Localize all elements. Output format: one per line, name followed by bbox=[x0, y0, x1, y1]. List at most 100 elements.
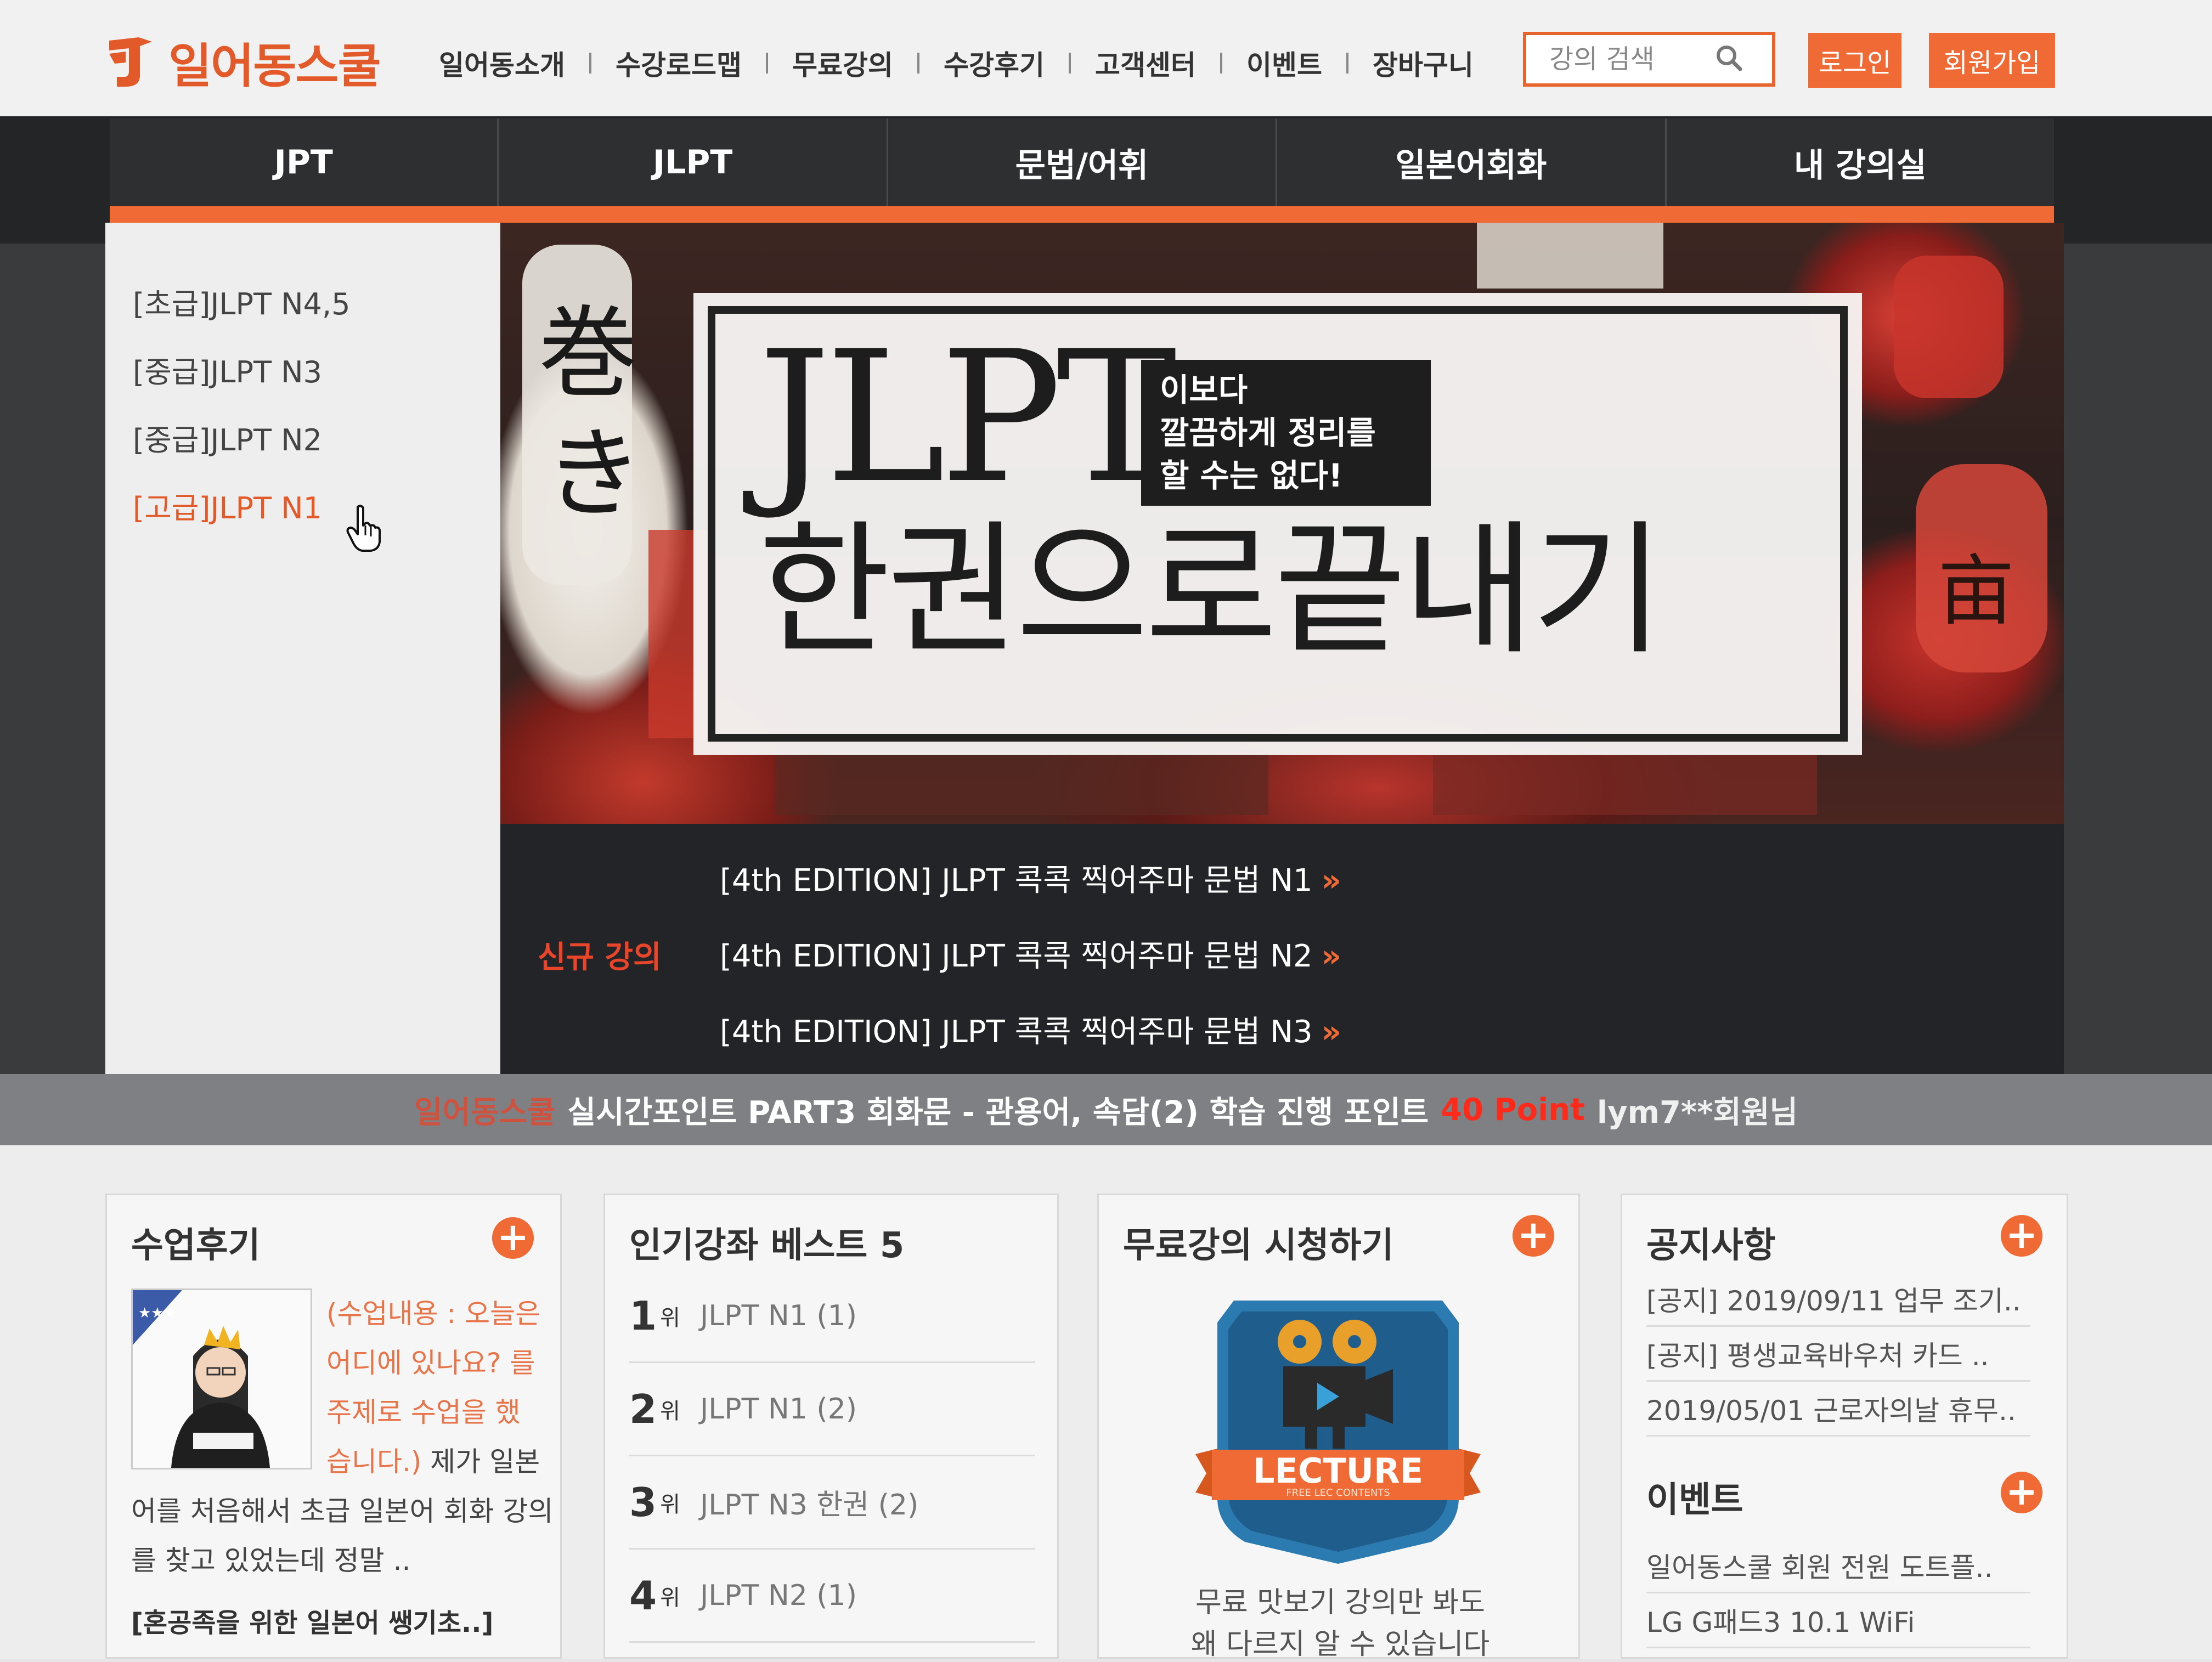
gnb-divider bbox=[766, 53, 768, 74]
reviewer-avatar: ★★★ bbox=[131, 1288, 312, 1469]
best-course-row[interactable]: 1 위 JLPT N1 (1) bbox=[629, 1270, 1035, 1363]
hero-tagline-line: 깔끔하게 정리를 bbox=[1160, 414, 1376, 451]
hand-pointer-cursor-icon bbox=[346, 504, 384, 555]
free-lectures-more-plus-icon[interactable]: + bbox=[1513, 1215, 1554, 1257]
notice-item[interactable]: 2019/05/01 근로자의날 휴무.. bbox=[1646, 1382, 2030, 1437]
review-card: 수업후기 + ★★★ (수업내용 : 오늘은 어디에 있나요? 를 주제로 수업… bbox=[105, 1194, 562, 1659]
event-title: 이벤트 bbox=[1646, 1480, 1743, 1520]
new-lecture-title: [4th EDITION] JLPT 콕콕 찍어주마 문법 N2 bbox=[720, 939, 1313, 974]
lecture-badge-subtext: FREE LEC CONTENTS bbox=[1286, 1487, 1390, 1499]
gnb-item-cart[interactable]: 장바구니 bbox=[1373, 43, 1474, 83]
double-chevron-right-icon: » bbox=[1321, 939, 1341, 974]
double-chevron-right-icon: » bbox=[1321, 1014, 1341, 1050]
lecture-badge-text: LECTURE bbox=[1253, 1451, 1423, 1491]
page-side-shadow-right bbox=[2054, 244, 2212, 1083]
hero-tagline-line: 이보다 bbox=[1160, 371, 1248, 409]
submenu-item-n2[interactable]: [중급]JLPT N2 bbox=[133, 416, 322, 459]
review-excerpt-fragment: 습니다.) bbox=[326, 1446, 422, 1478]
new-lectures-panel: 신규 강의 [4th EDITION] JLPT 콕콕 찍어주마 문법 N1» … bbox=[500, 824, 2064, 1083]
rank-suffix: 위 bbox=[660, 1585, 680, 1610]
svg-text:★★★: ★★★ bbox=[138, 1305, 177, 1321]
gnb-item-roadmap[interactable]: 수강로드맵 bbox=[616, 43, 742, 83]
gnb-divider bbox=[1346, 53, 1348, 74]
new-lecture-title: [4th EDITION] JLPT 콕콕 찍어주마 문법 N1 bbox=[720, 863, 1313, 898]
hero-tagline-line: 할 수는 없다! bbox=[1160, 457, 1343, 494]
notice-item[interactable]: [공지] 2019/09/11 업무 조기.. bbox=[1646, 1272, 2030, 1327]
gnb-divider bbox=[1220, 53, 1222, 74]
review-more-plus-icon[interactable]: + bbox=[492, 1217, 534, 1259]
review-card-title: 수업후기 bbox=[131, 1225, 261, 1266]
join-button[interactable]: 회원가입 bbox=[1929, 33, 2055, 88]
gnb-divider bbox=[917, 53, 919, 74]
main-nav-jpt[interactable]: JPT bbox=[110, 118, 499, 206]
free-lectures-card: 무료강의 시청하기 + LECTURE FREE LEC CONTENTS 무료… bbox=[1097, 1194, 1580, 1661]
submenu-item-n45[interactable]: [초급]JLPT N4,5 bbox=[133, 280, 351, 323]
review-excerpt-fragment: 제가 일본 bbox=[421, 1446, 540, 1478]
hero-banner[interactable]: 巻 き 亩 JLPT 이보다 깔끔하게 정리를 할 수는 없다! 한권으로끝내기 bbox=[500, 223, 2064, 824]
jlpt-submenu: [초급]JLPT N4,5 [중급]JLPT N3 [중급]JLPT N2 [고… bbox=[105, 223, 500, 1084]
new-lecture-link[interactable]: [4th EDITION] JLPT 콕콕 찍어주마 문법 N2» bbox=[720, 931, 1341, 976]
submenu-item-n3[interactable]: [중급]JLPT N3 bbox=[133, 348, 322, 391]
gnb-divider bbox=[589, 53, 591, 74]
gnb-item-events[interactable]: 이벤트 bbox=[1246, 43, 1322, 83]
hero-title: JLPT bbox=[758, 312, 1177, 523]
rank-number: 2 bbox=[629, 1386, 657, 1432]
logo-mark-icon bbox=[107, 35, 154, 88]
login-button[interactable]: 로그인 bbox=[1808, 33, 1901, 88]
gnb-divider bbox=[1069, 53, 1071, 74]
main-nav: JPT JLPT 문법/어휘 일본어회화 내 강의실 bbox=[110, 118, 2054, 206]
best-course-row[interactable]: 2 위 JLPT N1 (2) bbox=[629, 1363, 1035, 1456]
new-lecture-link[interactable]: [4th EDITION] JLPT 콕콕 찍어주마 문법 N1» bbox=[720, 856, 1341, 900]
submenu-item-n1[interactable]: [고급]JLPT N1 bbox=[133, 484, 322, 527]
notice-title: 공지사항 bbox=[1646, 1225, 1776, 1266]
review-excerpt-line: 를 찾고 있었는데 정말 .. bbox=[131, 1545, 411, 1576]
svg-text:き: き bbox=[544, 417, 643, 532]
lecture-film-badge-icon[interactable]: LECTURE FREE LEC CONTENTS bbox=[1195, 1290, 1481, 1566]
free-lectures-caption: 왜 다르지 알 수 있습니다 bbox=[1190, 1628, 1490, 1661]
main-nav-conversation[interactable]: 일본어회화 bbox=[1277, 118, 1667, 206]
gnb-item-about[interactable]: 일어동소개 bbox=[439, 43, 565, 83]
search-box bbox=[1523, 32, 1775, 87]
free-lectures-caption: 무료 맛보기 강의만 봐도 bbox=[1195, 1586, 1485, 1619]
double-chevron-right-icon: » bbox=[1321, 863, 1341, 898]
notice-item[interactable]: [공지] 평생교육바우처 카드 .. bbox=[1646, 1327, 2030, 1382]
new-lecture-link[interactable]: [4th EDITION] JLPT 콕콕 찍어주마 문법 N3» bbox=[720, 1007, 1341, 1052]
site-logo[interactable]: 일어동스쿨 bbox=[107, 29, 381, 94]
rank-suffix: 위 bbox=[660, 1305, 680, 1331]
hero-tagline-box: 이보다 깔끔하게 정리를 할 수는 없다! bbox=[1141, 360, 1431, 506]
svg-text:巻: 巻 bbox=[539, 296, 637, 411]
search-icon[interactable] bbox=[1715, 44, 1743, 75]
rank-suffix: 위 bbox=[660, 1398, 680, 1424]
best-courses-card: 인기강좌 베스트 5 1 위 JLPT N1 (1) 2 위 JLPT N1 (2) 3… bbox=[603, 1194, 1059, 1659]
rank-number: 3 bbox=[629, 1479, 657, 1525]
event-more-plus-icon[interactable]: + bbox=[2001, 1472, 2042, 1513]
event-item[interactable]: 일어동스쿨 회원 전원 도트플.. bbox=[1646, 1539, 2030, 1593]
best-course-row[interactable]: 4 위 JLPT N2 (1) bbox=[629, 1550, 1035, 1643]
notice-more-plus-icon[interactable]: + bbox=[2001, 1215, 2042, 1257]
svg-text:亩: 亩 bbox=[1938, 547, 2015, 636]
ticker-user: lym7**회원님 bbox=[1596, 1094, 1798, 1130]
main-nav-my-classroom[interactable]: 내 강의실 bbox=[1667, 118, 2054, 206]
gnb-item-support[interactable]: 고객센터 bbox=[1095, 43, 1196, 83]
new-lectures-label: 신규 강의 bbox=[538, 940, 662, 975]
main-nav-accent-bar bbox=[110, 206, 2054, 223]
gnb-item-reviews[interactable]: 수강후기 bbox=[944, 43, 1045, 83]
gnb-item-free-lectures[interactable]: 무료강의 bbox=[792, 43, 893, 83]
rank-course-name: JLPT N1 (2) bbox=[699, 1392, 857, 1426]
search-input[interactable] bbox=[1548, 43, 1704, 75]
ticker-points: 40 Point bbox=[1441, 1092, 1585, 1128]
best-course-row[interactable]: 3 위 JLPT N3 한권 (2) bbox=[629, 1456, 1035, 1550]
review-excerpt-line: 습니다.) 제가 일본 bbox=[326, 1440, 540, 1479]
review-excerpt-line: 어디에 있나요? 를 bbox=[326, 1347, 535, 1379]
main-nav-jlpt[interactable]: JLPT bbox=[499, 118, 888, 206]
main-nav-grammar-vocab[interactable]: 문법/어휘 bbox=[888, 118, 1278, 206]
event-item[interactable]: LG G패드3 10.1 WiFi bbox=[1646, 1593, 2030, 1648]
review-course-link[interactable]: [혼공족을 위한 일본어 쌩기초..] bbox=[131, 1601, 493, 1640]
realtime-points-ticker: 일어동스쿨 실시간포인트 PART3 회화문 - 관용어, 속담(2) 학습 진… bbox=[0, 1074, 2212, 1145]
review-excerpt-line: 주제로 수업을 했 bbox=[326, 1397, 521, 1428]
ticker-brand: 일어동스쿨 bbox=[414, 1094, 556, 1130]
review-excerpt-line: 어를 처음해서 초급 일본어 회화 강의 bbox=[131, 1495, 554, 1527]
new-lecture-title: [4th EDITION] JLPT 콕콕 찍어주마 문법 N3 bbox=[720, 1014, 1313, 1050]
rank-course-name: JLPT N2 (1) bbox=[699, 1579, 857, 1612]
global-nav: 일어동소개 수강로드맵 무료강의 수강후기 고객센터 이벤트 장바구니 bbox=[439, 38, 1474, 88]
